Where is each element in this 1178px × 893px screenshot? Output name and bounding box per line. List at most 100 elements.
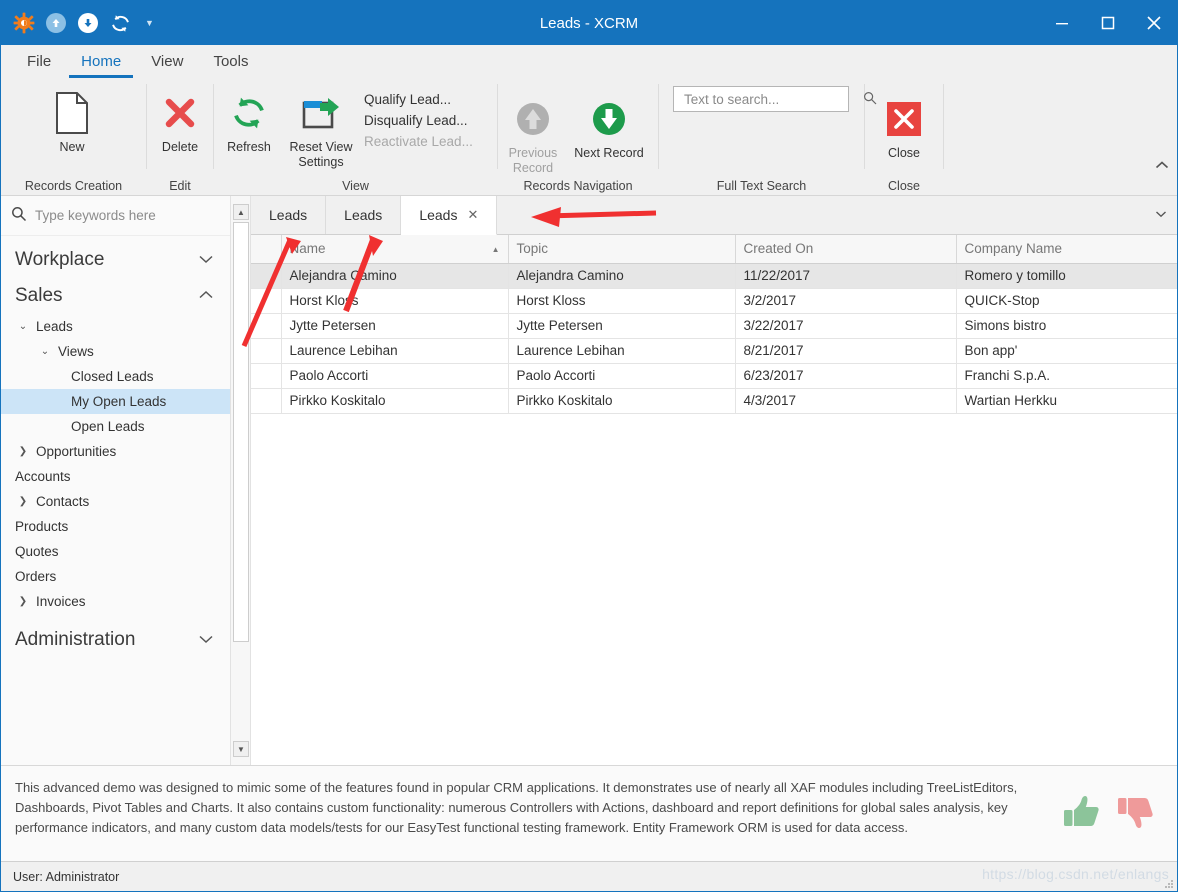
next-record-label: Next Record xyxy=(574,146,644,160)
reset-view-icon xyxy=(301,90,341,136)
sidebar-item-orders[interactable]: Orders xyxy=(1,564,230,589)
minimize-button[interactable] xyxy=(1039,1,1085,45)
status-user: User: Administrator xyxy=(13,869,120,884)
close-view-label: Close xyxy=(888,146,920,160)
column-header-label: Topic xyxy=(516,241,549,257)
ribbon-tab-home[interactable]: Home xyxy=(69,51,134,78)
chevron-down-icon[interactable] xyxy=(1155,210,1167,221)
app-gear-icon[interactable] xyxy=(13,12,35,34)
table-row[interactable]: Laurence Lebihan Laurence Lebihan 8/21/2… xyxy=(251,338,1177,364)
resize-grip[interactable] xyxy=(1164,878,1174,888)
cell-topic: Alejandra Camino xyxy=(508,263,736,289)
cell-created-on: 3/22/2017 xyxy=(735,313,957,339)
row-indicator-cell xyxy=(251,313,282,339)
cell-topic: Laurence Lebihan xyxy=(508,338,736,364)
sidebar-item-label-quotes: Quotes xyxy=(15,544,59,559)
cell-company-name: Wartian Herkku xyxy=(956,388,1177,414)
main-content: Leads Leads Leads ✕ Name ▲ Topic Created… xyxy=(251,196,1177,765)
navigation-search[interactable]: Type keywords here xyxy=(1,196,230,236)
close-button[interactable] xyxy=(1131,1,1177,45)
ribbon-group-title-view: View xyxy=(342,179,369,193)
download-icon[interactable] xyxy=(77,12,99,34)
document-tab-leads-2[interactable]: Leads xyxy=(326,196,402,234)
title-bar: ▼ Leads - XCRM xyxy=(1,1,1177,45)
disqualify-lead-menu-item[interactable]: Disqualify Lead... xyxy=(364,113,473,128)
navigation-scrollbar[interactable]: ▲ ▼ xyxy=(231,196,251,765)
description-text: This advanced demo was designed to mimic… xyxy=(15,780,1018,835)
document-tab-leads-1[interactable]: Leads xyxy=(251,196,327,234)
table-row[interactable]: Jytte Petersen Jytte Petersen 3/22/2017 … xyxy=(251,313,1177,339)
reset-view-settings-button[interactable]: Reset View Settings xyxy=(284,86,358,170)
sidebar-item-invoices[interactable]: ❯ Invoices xyxy=(1,589,230,614)
scrollbar-thumb[interactable] xyxy=(233,222,249,642)
qualify-lead-menu-item[interactable]: Qualify Lead... xyxy=(364,92,473,107)
cell-topic: Jytte Petersen xyxy=(508,313,736,339)
sidebar-item-opportunities[interactable]: ❯ Opportunities xyxy=(1,439,230,464)
new-button-label: New xyxy=(59,140,85,154)
cell-name: Pirkko Koskitalo xyxy=(281,388,509,414)
refresh-button-label: Refresh xyxy=(227,140,271,154)
close-view-button[interactable]: Close xyxy=(865,92,943,161)
next-record-button[interactable]: Next Record xyxy=(568,92,650,161)
quick-access-dropdown-caret[interactable]: ▼ xyxy=(145,18,154,28)
table-row[interactable]: Paolo Accorti Paolo Accorti 6/23/2017 Fr… xyxy=(251,363,1177,389)
sidebar-item-open-leads[interactable]: Open Leads xyxy=(1,414,230,439)
ribbon-group-title-edit: Edit xyxy=(169,179,191,193)
sidebar-item-products[interactable]: Products xyxy=(1,514,230,539)
upload-icon[interactable] xyxy=(45,12,67,34)
cell-company-name: Bon app' xyxy=(956,338,1177,364)
document-tab-label: Leads xyxy=(269,207,308,223)
chevron-up-icon[interactable] xyxy=(1155,161,1169,173)
previous-record-button[interactable]: Previous Record xyxy=(498,92,568,176)
table-row[interactable]: Alejandra Camino Alejandra Camino 11/22/… xyxy=(251,263,1177,289)
close-icon[interactable]: ✕ xyxy=(467,207,478,223)
refresh-icon[interactable] xyxy=(109,12,131,34)
column-header-created-on[interactable]: Created On xyxy=(735,235,957,264)
scroll-down-arrow[interactable]: ▼ xyxy=(233,741,249,757)
sidebar-item-label-my-open-leads: My Open Leads xyxy=(71,394,167,409)
cell-created-on: 4/3/2017 xyxy=(735,388,957,414)
maximize-button[interactable] xyxy=(1085,1,1131,45)
ribbon-tab-view[interactable]: View xyxy=(139,51,195,78)
cell-created-on: 11/22/2017 xyxy=(735,263,957,289)
cell-company-name: Romero y tomillo xyxy=(956,263,1177,289)
watermark: https://blog.csdn.net/enlangs xyxy=(982,866,1169,882)
column-header-topic[interactable]: Topic xyxy=(508,235,736,264)
document-tab-leads-3[interactable]: Leads ✕ xyxy=(401,196,498,235)
sidebar-item-label-leads: Leads xyxy=(36,319,73,334)
sidebar-group-sales[interactable]: Sales xyxy=(1,278,230,314)
sidebar-item-my-open-leads[interactable]: My Open Leads xyxy=(1,389,230,414)
sidebar-group-administration[interactable]: Administration xyxy=(1,622,230,658)
sidebar-item-closed-leads[interactable]: Closed Leads xyxy=(1,364,230,389)
new-button[interactable]: New xyxy=(29,86,115,155)
sidebar-item-leads[interactable]: ⌄ Leads xyxy=(1,314,230,339)
scroll-up-arrow[interactable]: ▲ xyxy=(233,204,249,220)
cell-company-name: Franchi S.p.A. xyxy=(956,363,1177,389)
sidebar-item-views[interactable]: ⌄ Views xyxy=(1,339,230,364)
sidebar-group-workplace[interactable]: Workplace xyxy=(1,242,230,278)
thumbs-up-icon[interactable] xyxy=(1061,792,1101,834)
ribbon-tab-file[interactable]: File xyxy=(15,51,63,78)
delete-button[interactable]: Delete xyxy=(147,86,213,155)
quick-access-toolbar: ▼ xyxy=(1,12,154,34)
ribbon-tab-strip: File Home View Tools xyxy=(1,45,1177,78)
cell-name: Alejandra Camino xyxy=(281,263,509,289)
sidebar-group-label-administration: Administration xyxy=(15,629,136,650)
thumbs-down-icon[interactable] xyxy=(1115,792,1155,834)
navigation-search-placeholder: Type keywords here xyxy=(35,208,156,223)
search-input[interactable] xyxy=(682,90,863,108)
column-header-company-name[interactable]: Company Name xyxy=(956,235,1177,264)
table-row[interactable]: Horst Kloss Horst Kloss 3/2/2017 QUICK-S… xyxy=(251,288,1177,314)
sidebar-item-quotes[interactable]: Quotes xyxy=(1,539,230,564)
column-header-name[interactable]: Name ▲ xyxy=(281,235,509,264)
sidebar-item-label-orders: Orders xyxy=(15,569,57,584)
table-row[interactable]: Pirkko Koskitalo Pirkko Koskitalo 4/3/20… xyxy=(251,388,1177,414)
ribbon-tab-tools[interactable]: Tools xyxy=(201,51,260,78)
sidebar-item-label-products: Products xyxy=(15,519,69,534)
refresh-button[interactable]: Refresh xyxy=(214,86,284,155)
sidebar-item-accounts[interactable]: Accounts xyxy=(1,464,230,489)
full-text-search-box[interactable] xyxy=(673,86,877,112)
sidebar-item-contacts[interactable]: ❯ Contacts xyxy=(1,489,230,514)
row-indicator-cell xyxy=(251,288,282,314)
chevron-down-icon xyxy=(198,633,214,647)
